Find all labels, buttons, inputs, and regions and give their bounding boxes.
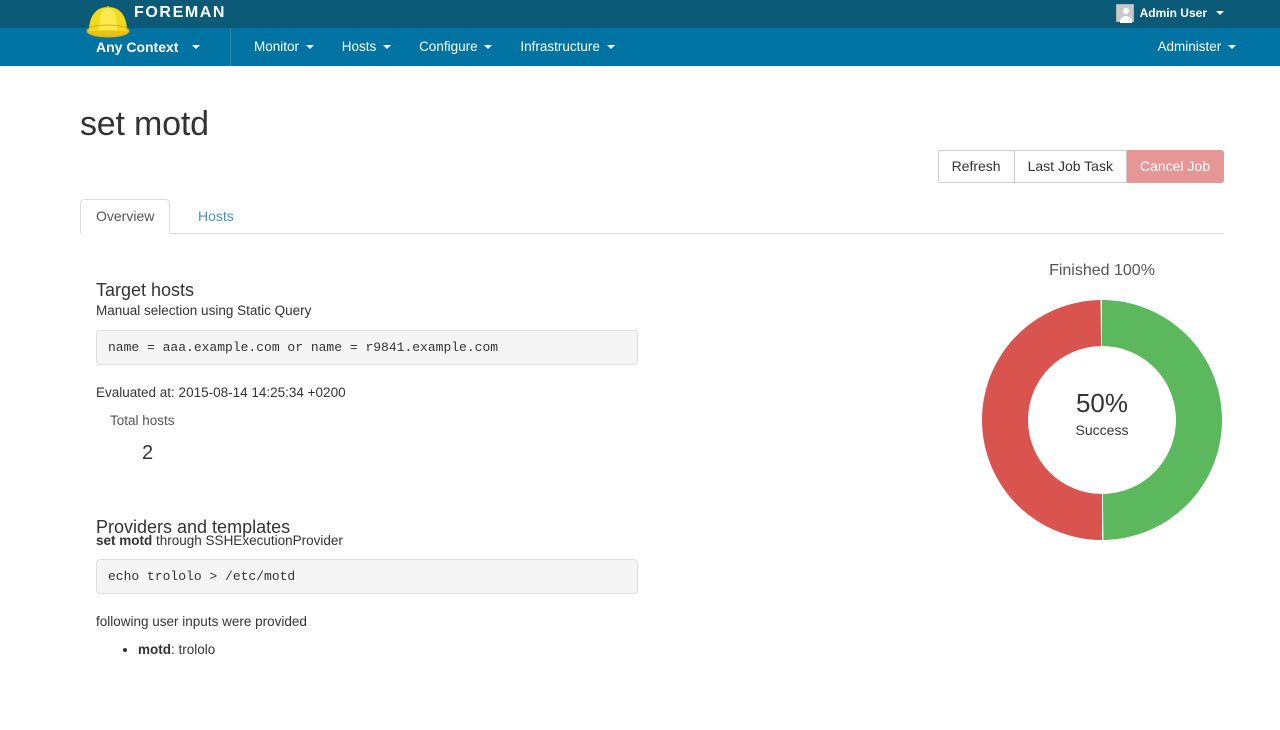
donut-slice-success[interactable]	[1102, 300, 1222, 540]
page-title: set motd	[80, 104, 209, 143]
context-selector-label: Any Context	[96, 39, 179, 55]
hardhat-icon	[86, 6, 130, 38]
user-menu[interactable]: Admin User	[1115, 4, 1224, 23]
job-progress-chart: Finished 100% 50% Success	[962, 262, 1242, 552]
chart-center-label: Success	[1075, 422, 1129, 438]
user-inputs-intro: following user inputs were provided	[96, 614, 307, 629]
caret-down-icon	[484, 45, 493, 50]
last-job-task-button[interactable]: Last Job Task	[1014, 150, 1127, 183]
nav-item-administer[interactable]: Administer	[1157, 28, 1236, 66]
donut-chart-svg	[982, 300, 1222, 540]
donut-slice-failed[interactable]	[982, 300, 1102, 540]
nav-item-monitor[interactable]: Monitor	[240, 28, 328, 66]
main-navigation-bar: Any Context Monitor Hosts Configure Infr…	[0, 28, 1280, 66]
target-hosts-query-box: name = aaa.example.com or name = r9841.e…	[96, 330, 638, 365]
tab-bar: Overview Hosts	[80, 199, 1224, 234]
refresh-button[interactable]: Refresh	[937, 150, 1015, 183]
nav-item-label: Infrastructure	[520, 39, 600, 54]
tab-overview[interactable]: Overview	[80, 199, 171, 234]
caret-down-icon	[1228, 45, 1236, 50]
nav-item-list: Monitor Hosts Configure Infrastructure	[240, 28, 629, 66]
provider-through-label: through SSHExecutionProvider	[152, 533, 343, 548]
chart-center-value: 50%	[1075, 388, 1129, 418]
chart-title: Finished 100%	[1049, 262, 1155, 279]
nav-item-infrastructure[interactable]: Infrastructure	[506, 28, 628, 66]
nav-divider	[230, 28, 231, 66]
target-hosts-heading: Target hosts	[96, 279, 195, 300]
nav-item-label: Administer	[1157, 39, 1222, 54]
user-name-label: Admin User	[1139, 6, 1207, 20]
input-name-label: motd	[138, 642, 171, 657]
job-action-button-group: Refresh Last Job Task Cancel Job	[937, 150, 1224, 183]
list-item: motd: trololo	[138, 641, 215, 659]
caret-down-icon	[606, 45, 615, 50]
cancel-job-button: Cancel Job	[1126, 150, 1224, 183]
nav-item-configure[interactable]: Configure	[405, 28, 506, 66]
caret-down-icon	[1216, 11, 1224, 15]
nav-item-label: Configure	[419, 39, 478, 54]
nav-item-hosts[interactable]: Hosts	[328, 28, 405, 66]
brand-title: FOREMAN	[134, 4, 227, 21]
tab-hosts[interactable]: Hosts	[182, 199, 250, 234]
total-hosts-label: Total hosts	[110, 413, 175, 428]
nav-item-label: Monitor	[254, 39, 300, 54]
total-hosts-value: 2	[141, 442, 154, 464]
template-name-label: set motd	[96, 533, 153, 548]
top-bar: FOREMAN Admin User	[0, 0, 1280, 28]
caret-down-icon	[192, 45, 201, 49]
user-inputs-list: motd: trololo	[120, 641, 215, 659]
selection-method-text: Manual selection using Static Query	[96, 303, 312, 318]
avatar-icon	[1115, 4, 1134, 23]
caret-down-icon	[383, 45, 392, 50]
input-value-label: : trololo	[171, 642, 216, 657]
template-command-box: echo trololo > /etc/motd	[96, 559, 638, 594]
evaluated-at-text: Evaluated at: 2015-08-14 14:25:34 +0200	[96, 385, 346, 400]
caret-down-icon	[305, 45, 314, 50]
nav-item-label: Hosts	[341, 39, 377, 54]
provider-template-line: set motd through SSHExecutionProvider	[96, 533, 343, 548]
